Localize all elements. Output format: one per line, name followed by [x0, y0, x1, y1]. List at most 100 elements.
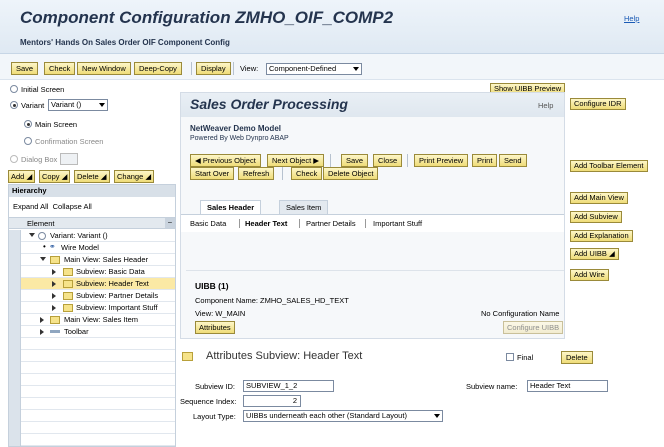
subtab-important-stuff[interactable]: Important Stuff: [373, 219, 422, 228]
expand-icon[interactable]: [40, 317, 44, 323]
expand-all-link[interactable]: Expand All: [13, 202, 48, 211]
sequence-index-field[interactable]: 2: [243, 395, 301, 407]
configure-idr-button[interactable]: Configure IDR: [570, 98, 626, 110]
tab-sales-header[interactable]: Sales Header: [200, 200, 262, 215]
initial-screen-label: Initial Screen: [21, 85, 65, 94]
expand-icon[interactable]: [52, 305, 56, 311]
folder-icon: [63, 292, 73, 300]
next-object-button[interactable]: Next Object ▶: [267, 154, 325, 167]
confirmation-screen-label: Confirmation Screen: [35, 137, 104, 146]
change-menu-button[interactable]: Change ◢: [114, 170, 155, 183]
print-button[interactable]: Print: [472, 154, 498, 167]
variant-select[interactable]: Variant (): [48, 99, 108, 111]
add-menu-button[interactable]: Add ◢: [8, 170, 36, 183]
preview-title: Sales Order Processing: [190, 96, 348, 112]
add-uibb-button[interactable]: Add UIBB ◢: [570, 248, 619, 260]
add-explanation-button[interactable]: Add Explanation: [570, 230, 633, 242]
toolbar-separator: [233, 62, 234, 75]
refresh-button[interactable]: Refresh: [238, 167, 275, 180]
expand-icon[interactable]: [52, 281, 56, 287]
view-select[interactable]: Component-Defined: [266, 63, 362, 75]
close-button[interactable]: Close: [373, 154, 403, 167]
subview-id-field[interactable]: SUBVIEW_1_2: [243, 380, 334, 392]
chevron-down-icon: [353, 67, 359, 71]
dialog-box-radio[interactable]: [10, 155, 18, 163]
add-main-view-button[interactable]: Add Main View: [570, 192, 628, 204]
tree-row[interactable]: Variant: Variant (): [9, 230, 175, 242]
add-wire-button[interactable]: Add Wire: [570, 269, 609, 281]
folder-icon: [50, 256, 60, 264]
subview-name-label: Subview name:: [466, 382, 518, 391]
folder-icon: [63, 280, 73, 288]
tree-header: Element –: [9, 217, 175, 229]
main-screen-label: Main Screen: [35, 120, 78, 129]
dialog-box-label: Dialog Box: [21, 155, 58, 164]
expand-collapse-bar: Expand All Collapse All: [13, 202, 92, 211]
uibb-no-config: No Configuration Name: [481, 309, 560, 318]
delete-subview-button[interactable]: Delete: [561, 351, 593, 364]
configure-uibb-button[interactable]: Configure UIBB: [503, 321, 564, 334]
attributes-button[interactable]: Attributes: [195, 321, 235, 334]
page-title: Component Configuration ZMHO_OIF_COMP2: [20, 8, 394, 27]
tree-row[interactable]: Subview: Basic Data: [9, 266, 175, 278]
tree-row[interactable]: Toolbar: [9, 326, 175, 338]
expand-icon[interactable]: [52, 293, 56, 299]
layout-type-select[interactable]: UIBBs underneath each other (Standard La…: [243, 410, 443, 422]
expand-icon[interactable]: [40, 329, 44, 335]
tree-row-selected[interactable]: Subview: Header Text: [9, 278, 175, 290]
confirmation-screen-radio[interactable]: [24, 137, 32, 145]
print-preview-button[interactable]: Print Preview: [414, 154, 469, 167]
subview-name-field[interactable]: Header Text: [527, 380, 608, 392]
help-link[interactable]: Help: [624, 14, 639, 23]
folder-icon: [63, 268, 73, 276]
check-button[interactable]: Check: [44, 62, 76, 75]
initial-screen-radio[interactable]: [10, 85, 18, 93]
subview-folder-icon: [182, 352, 193, 361]
dialog-box-input[interactable]: [60, 153, 78, 165]
wire-model-icon: ⚭: [49, 242, 56, 251]
display-button[interactable]: Display: [196, 62, 231, 75]
tree-row[interactable]: Main View: Sales Item: [9, 314, 175, 326]
expand-icon[interactable]: [52, 269, 56, 275]
final-label: Final: [517, 353, 534, 362]
column-element: Element: [27, 219, 55, 228]
scrollbar-button[interactable]: –: [165, 218, 175, 228]
delete-menu-button[interactable]: Delete ◢: [74, 170, 110, 183]
collapse-icon[interactable]: [29, 233, 35, 237]
variant-icon: [38, 232, 46, 240]
copy-menu-button[interactable]: Copy ◢: [39, 170, 71, 183]
collapse-all-link[interactable]: Collapse All: [53, 202, 92, 211]
powered-by: Powered By Web Dynpro ABAP: [190, 135, 289, 142]
hierarchy-panel: Hierarchy Expand All Collapse All Elemen…: [8, 184, 176, 447]
tree-row[interactable]: • ⚭ Wire Model: [9, 242, 175, 254]
save-button[interactable]: Save: [11, 62, 39, 75]
subtab-partner-details[interactable]: Partner Details: [306, 219, 356, 228]
main-screen-radio[interactable]: [24, 120, 32, 128]
add-toolbar-element-button[interactable]: Add Toolbar Element: [570, 160, 648, 172]
check-object-button[interactable]: Check: [291, 167, 323, 180]
view-label: View:: [240, 64, 259, 73]
new-window-button[interactable]: New Window: [77, 62, 131, 75]
tab-sales-item[interactable]: Sales Item: [279, 200, 329, 214]
collapse-icon[interactable]: [40, 257, 46, 261]
send-button[interactable]: Send: [499, 154, 527, 167]
add-subview-button[interactable]: Add Subview: [570, 211, 622, 223]
previous-object-button[interactable]: ◀ Previous Object: [190, 154, 261, 167]
tree-row[interactable]: Main View: Sales Header: [9, 254, 175, 266]
variant-radio[interactable]: [10, 101, 18, 109]
delete-object-button[interactable]: Delete Object: [323, 167, 379, 180]
folder-icon: [50, 316, 60, 324]
preview-save-button[interactable]: Save: [341, 154, 369, 167]
tree-row[interactable]: Subview: Important Stuff: [9, 302, 175, 314]
subtab-header-text[interactable]: Header Text: [245, 219, 287, 228]
subtab-basic-data[interactable]: Basic Data: [190, 219, 226, 228]
hierarchy-title: Hierarchy: [9, 185, 175, 197]
start-over-button[interactable]: Start Over: [190, 167, 235, 180]
sequence-index-label: Sequence Index:: [180, 397, 237, 406]
final-checkbox[interactable]: [506, 353, 514, 361]
preview-help-link[interactable]: Help: [538, 101, 553, 110]
uibb-view: View: W_MAIN: [195, 309, 246, 318]
deep-copy-button[interactable]: Deep-Copy: [134, 62, 182, 75]
uibb-component: Component Name: ZMHO_SALES_HD_TEXT: [195, 296, 349, 305]
tree-row[interactable]: Subview: Partner Details: [9, 290, 175, 302]
